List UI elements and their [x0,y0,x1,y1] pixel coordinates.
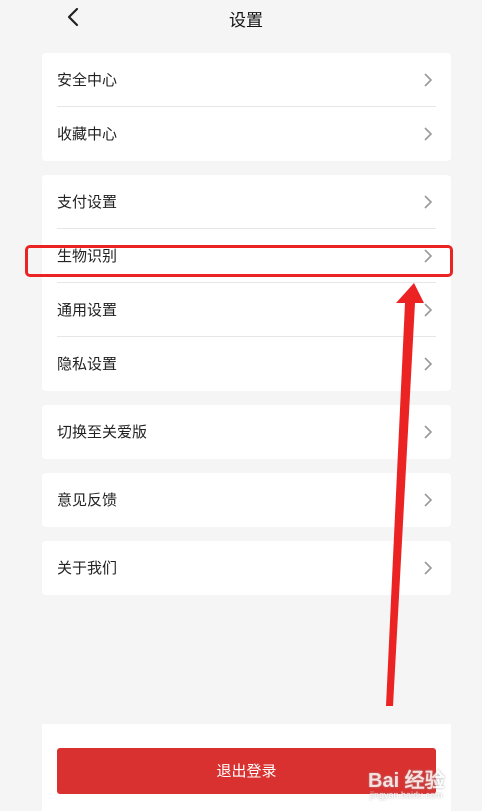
watermark-text: Bai 经验 [368,770,445,792]
chevron-right-icon [424,561,433,575]
settings-item-general-settings[interactable]: 通用设置 [42,283,451,337]
chevron-right-icon [424,195,433,209]
chevron-right-icon [424,493,433,507]
chevron-right-icon [424,425,433,439]
settings-item-security-center[interactable]: 安全中心 [42,53,451,107]
settings-item-label: 安全中心 [57,71,118,89]
settings-item-about-us[interactable]: 关于我们 [42,541,451,595]
header: 设置 [0,0,482,40]
chevron-right-icon [424,127,433,141]
baidu-jingyan-watermark: Bai 经验 jingyan.baidu.com [368,756,478,806]
settings-item-label: 切换至关爱版 [57,423,148,441]
watermark-subtext: jingyan.baidu.com [370,790,443,800]
settings-item-favorites-center[interactable]: 收藏中心 [42,107,451,161]
settings-group-feedback: 意见反馈 [42,473,451,527]
settings-item-label: 支付设置 [57,193,118,211]
settings-item-label: 收藏中心 [57,125,118,143]
settings-group-preferences: 支付设置 生物识别 通用设置 隐私设置 [42,175,451,391]
settings-item-privacy-settings[interactable]: 隐私设置 [42,337,451,391]
settings-item-label: 通用设置 [57,301,118,319]
settings-item-label: 关于我们 [57,559,118,577]
page-title: 设置 [229,11,263,31]
settings-item-label: 意见反馈 [57,491,118,509]
settings-item-switch-care-version[interactable]: 切换至关爱版 [42,405,451,459]
settings-item-label: 隐私设置 [57,355,118,373]
chevron-right-icon [424,73,433,87]
chevron-right-icon [424,303,433,317]
settings-item-payment-settings[interactable]: 支付设置 [42,175,451,229]
settings-item-feedback[interactable]: 意见反馈 [42,473,451,527]
settings-group-account: 安全中心 收藏中心 [42,53,451,161]
highlight-annotation-box [25,245,453,277]
settings-group-about: 关于我们 [42,541,451,595]
chevron-right-icon [424,357,433,371]
settings-group-care-mode: 切换至关爱版 [42,405,451,459]
